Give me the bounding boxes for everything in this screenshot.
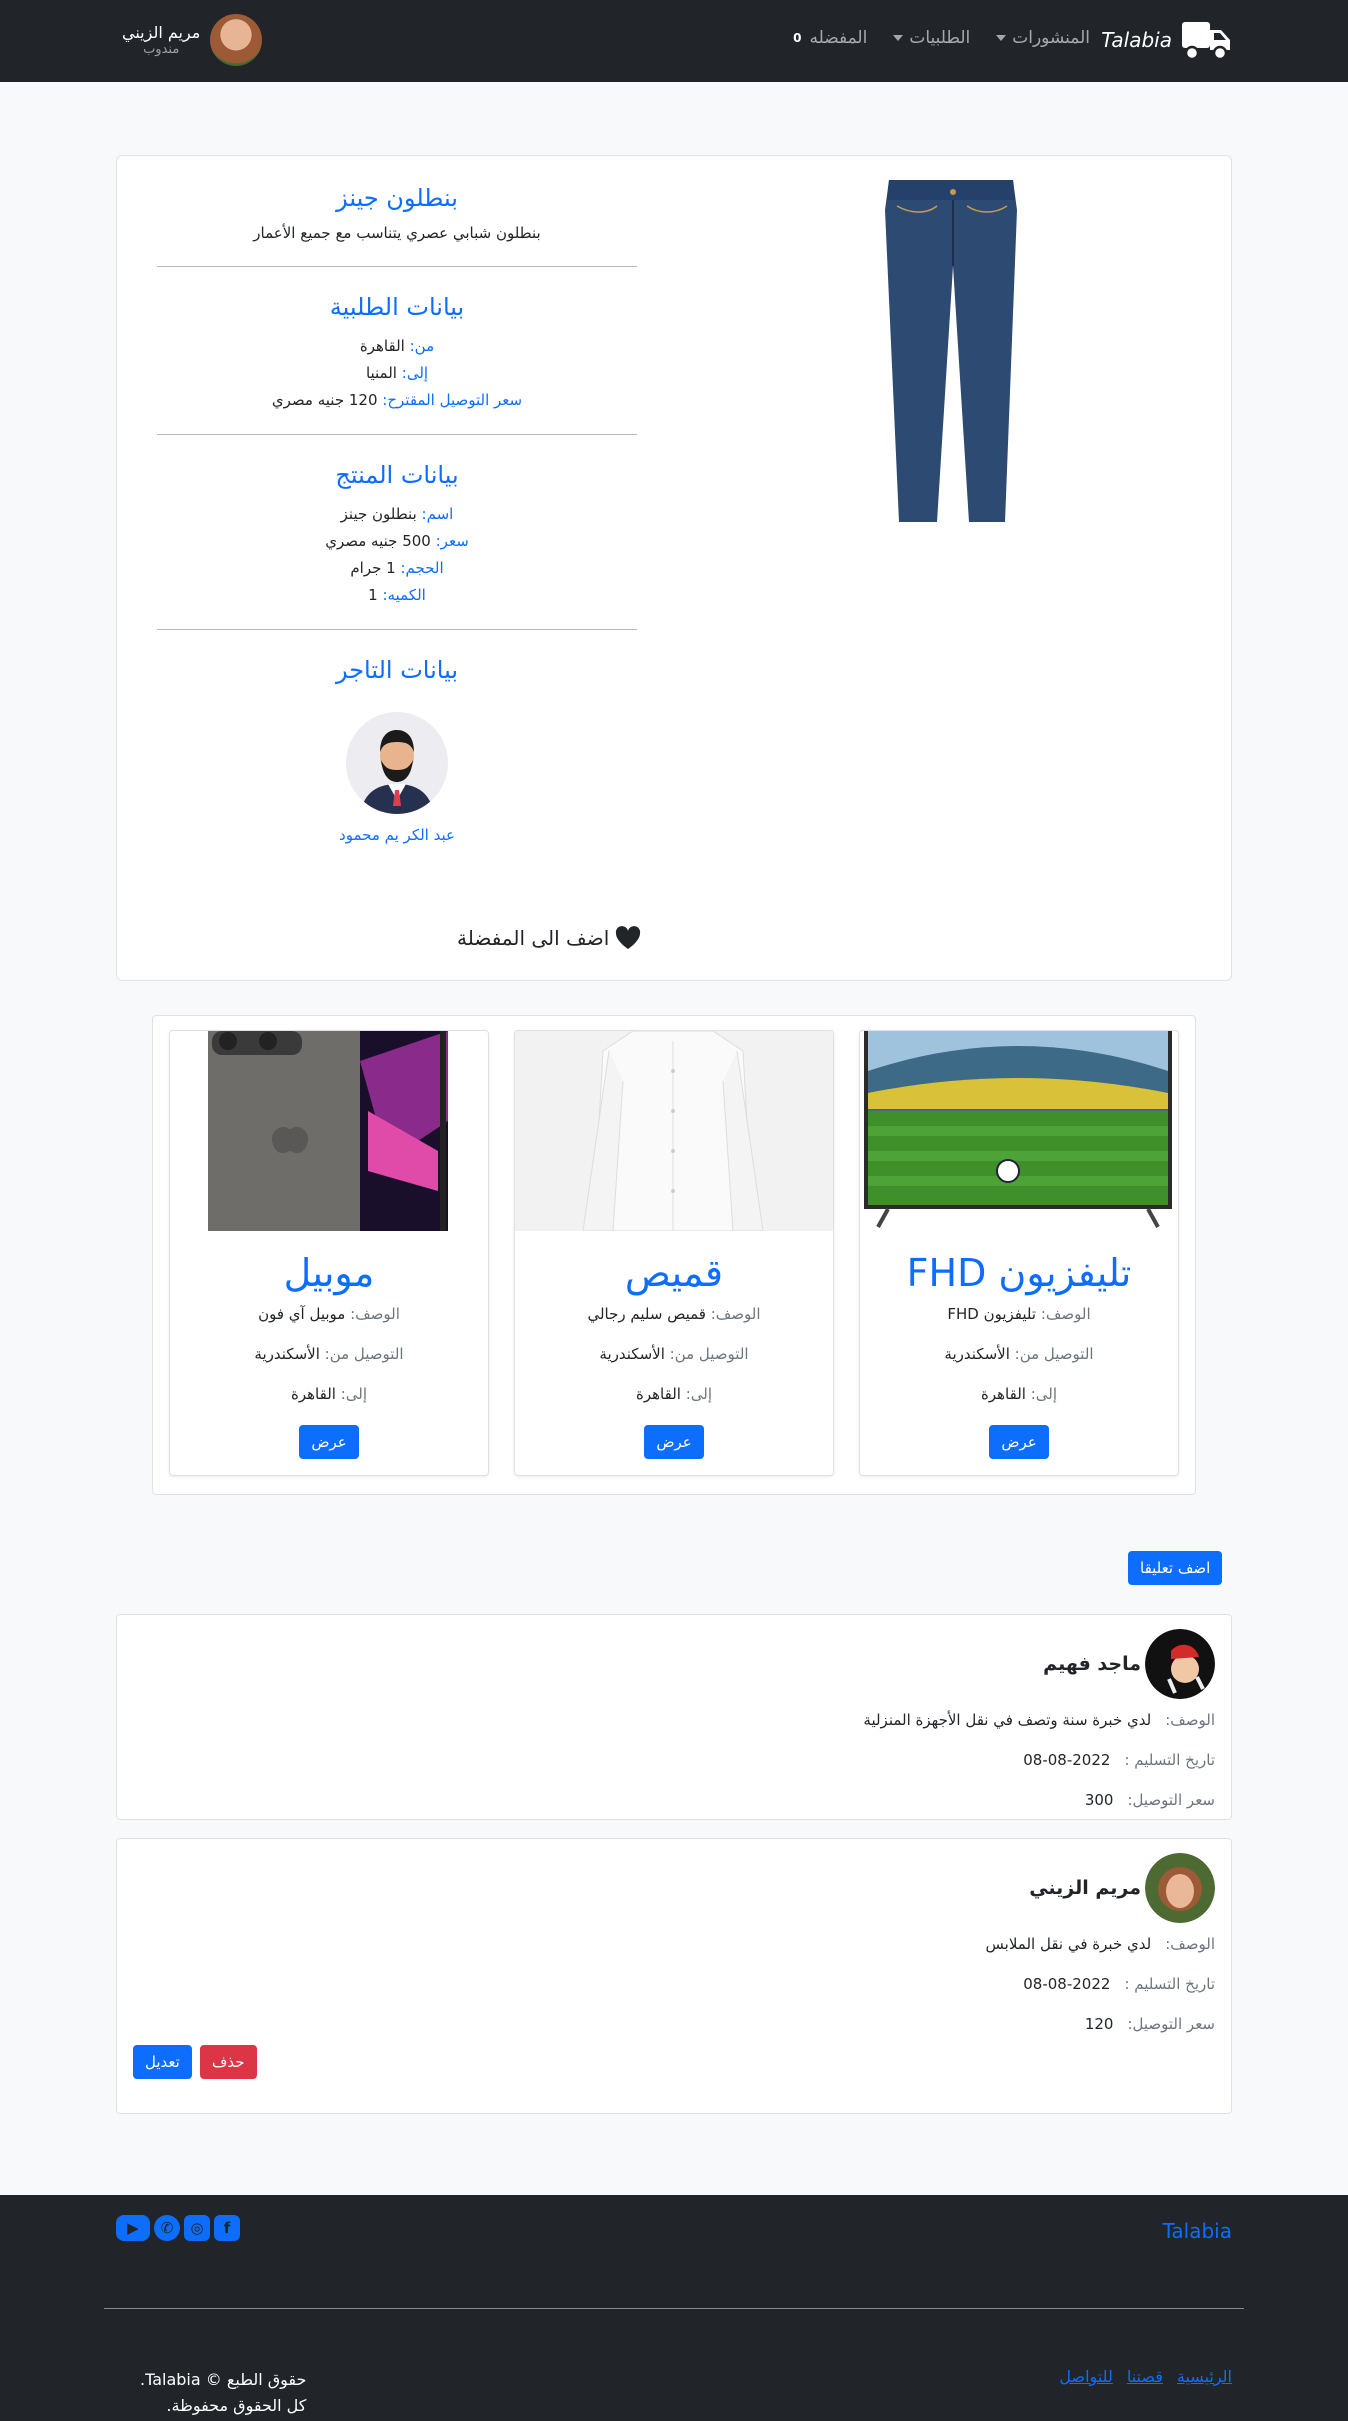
related-title: تليفزيون FHD: [906, 1251, 1132, 1295]
comment-price: سعر التوصيل:300: [1084, 1791, 1215, 1809]
favorites-count-badge: 0: [793, 31, 802, 45]
nav-favorites-label: المفضله: [809, 28, 868, 48]
copyright: حقوق الطبع © Talabia. كل الحقوق محفوظة.: [140, 2367, 306, 2419]
spec-qty: الكميه: 1: [368, 586, 426, 604]
heart-icon: [616, 926, 641, 949]
related-from: التوصيل من: الأسكندرية: [599, 1345, 749, 1363]
related-card: تليفزيون FHD الوصف: تليفزيون FHD التوصيل…: [859, 1030, 1179, 1476]
youtube-icon[interactable]: ▶: [116, 2215, 150, 2241]
nav-favorites[interactable]: المفضله 0: [793, 28, 867, 48]
footer-divider: [104, 2308, 1244, 2309]
product-image-jeans: [885, 180, 1017, 522]
user-name: مريم الزيني: [122, 23, 201, 42]
commenter-name: مريم الزيني: [1029, 1877, 1141, 1899]
facebook-icon[interactable]: f: [214, 2215, 240, 2241]
comment-actions: تعديل حذف: [133, 2045, 257, 2079]
product-description: بنطلون شبابي عصري يتناسب مع جميع الأعمار: [253, 224, 541, 242]
product-info: بنطلون جينز بنطلون شبابي عصري يتناسب مع …: [157, 184, 637, 844]
product-section-title: بيانات المنتج: [335, 461, 459, 489]
nav-links: المنشورات الطلبيات المفضله 0: [793, 28, 1090, 48]
related-products: تليفزيون FHD الوصف: تليفزيون FHD التوصيل…: [152, 1015, 1196, 1495]
add-comment-button[interactable]: اضف تعليقا: [1128, 1551, 1223, 1585]
user-avatar: [210, 14, 263, 66]
order-price: سعر التوصيل المقترح: 120 جنيه مصري: [271, 391, 523, 409]
related-card: موبيل الوصف: موبيل آي فون التوصيل من: ال…: [169, 1030, 489, 1476]
footer-links: الرئيسية قصتنا للتواصل: [1059, 2367, 1232, 2386]
comment-desc: الوصف:لدي خبرة سنة وتصف في نقل الأجهزة ا…: [863, 1711, 1215, 1729]
order-details: من: القاهرة إلى: المنيا سعر التوصيل المق…: [157, 333, 637, 414]
merchant-name[interactable]: عبد الكر يم محمود: [157, 826, 637, 844]
related-to: إلى: القاهرة: [980, 1385, 1058, 1403]
brand[interactable]: Talabia: [1101, 18, 1232, 62]
order-section-title: بيانات الطلبية: [329, 293, 465, 321]
add-to-favorites-button[interactable]: اضف الى المفضلة: [457, 926, 641, 950]
related-to: إلى: القاهرة: [635, 1385, 713, 1403]
related-title: موبيل: [283, 1251, 375, 1295]
view-button[interactable]: عرض: [299, 1425, 359, 1459]
related-desc: الوصف: موبيل آي فون: [258, 1305, 400, 1323]
comment-price: سعر التوصيل:120: [1084, 2015, 1215, 2033]
divider: [157, 434, 637, 435]
view-button[interactable]: عرض: [644, 1425, 704, 1459]
comment-card: مريم الزيني الوصف:لدي خبرة في نقل الملاب…: [116, 1838, 1232, 2114]
comment-date: تاريخ التسليم :2022-08-08: [1023, 1975, 1215, 1993]
comment-date: تاريخ التسليم :2022-08-08: [1023, 1751, 1215, 1769]
instagram-icon[interactable]: ◎: [184, 2215, 210, 2241]
related-image-shirt: [515, 1031, 833, 1231]
merchant-avatar: [346, 712, 448, 814]
footer-link-about[interactable]: قصتنا: [1127, 2367, 1163, 2386]
delete-comment-button[interactable]: حذف: [199, 2045, 257, 2079]
commenter-avatar: [1145, 1853, 1215, 1923]
commenter-name: ماجد فهيم: [1043, 1653, 1141, 1675]
order-to: إلى: المنيا: [365, 364, 429, 382]
related-title: قميص: [624, 1251, 724, 1295]
footer: Talabia ▶ ✆ ◎ f الرئيسية قصتنا للتواصل ح…: [0, 2195, 1348, 2421]
product-title: بنطلون جينز: [336, 184, 458, 212]
divider: [157, 629, 637, 630]
user-info: مريم الزيني مندوب: [122, 23, 200, 57]
social-links: ▶ ✆ ◎ f: [116, 2215, 240, 2241]
comment-desc: الوصف:لدي خبرة في نقل الملابس: [985, 1935, 1215, 1953]
related-desc: الوصف: قميص سليم رجالي: [587, 1305, 761, 1323]
order-from: من: القاهرة: [359, 337, 435, 355]
rights-line: كل الحقوق محفوظة.: [166, 2396, 307, 2415]
user-role: مندوب: [143, 42, 180, 57]
divider: [157, 266, 637, 267]
nav-orders[interactable]: الطلبيات: [893, 28, 970, 48]
related-image-phone: [170, 1031, 488, 1231]
merchant-section-title: بيانات التاجر: [335, 656, 459, 684]
copyright-line: حقوق الطبع © Talabia.: [140, 2370, 307, 2389]
truck-icon: [1182, 22, 1230, 61]
page: Talabia المنشورات الطلبيات المفضله 0 مري…: [0, 0, 1348, 2421]
footer-link-home[interactable]: الرئيسية: [1177, 2367, 1232, 2386]
related-from: التوصيل من: الأسكندرية: [254, 1345, 404, 1363]
navbar: Talabia المنشورات الطلبيات المفضله 0 مري…: [0, 0, 1348, 82]
footer-link-contact[interactable]: للتواصل: [1059, 2367, 1112, 2386]
related-image-tv: [860, 1031, 1178, 1231]
related-from: التوصيل من: الأسكندرية: [944, 1345, 1094, 1363]
related-card: قميص الوصف: قميص سليم رجالي التوصيل من: …: [514, 1030, 834, 1476]
spec-name: اسم: بنطلون جينز: [340, 505, 454, 523]
comment-author: مريم الزيني: [1029, 1853, 1215, 1923]
related-to: إلى: القاهرة: [290, 1385, 368, 1403]
product-detail-card: بنطلون جينز بنطلون شبابي عصري يتناسب مع …: [116, 155, 1232, 981]
nav-posts[interactable]: المنشورات: [996, 28, 1090, 48]
comment-author: ماجد فهيم: [1043, 1629, 1215, 1699]
brand-text: Talabia: [1101, 28, 1172, 52]
edit-comment-button[interactable]: تعديل: [133, 2045, 192, 2079]
comment-card: ماجد فهيم الوصف:لدي خبرة سنة وتصف في نقل…: [116, 1614, 1232, 1820]
whatsapp-icon[interactable]: ✆: [154, 2215, 180, 2241]
footer-brand[interactable]: Talabia: [1163, 2219, 1232, 2243]
add-to-favorites-label: اضف الى المفضلة: [457, 926, 610, 950]
user-menu[interactable]: مريم الزيني مندوب: [122, 14, 263, 66]
commenter-avatar: [1145, 1629, 1215, 1699]
view-button[interactable]: عرض: [989, 1425, 1049, 1459]
related-desc: الوصف: تليفزيون FHD: [947, 1305, 1091, 1323]
spec-size: الحجم: 1 جرام: [350, 559, 444, 577]
spec-price: سعر: 500 جنيه مصري: [325, 532, 469, 550]
product-specs: اسم: بنطلون جينز سعر: 500 جنيه مصري الحج…: [157, 501, 637, 609]
